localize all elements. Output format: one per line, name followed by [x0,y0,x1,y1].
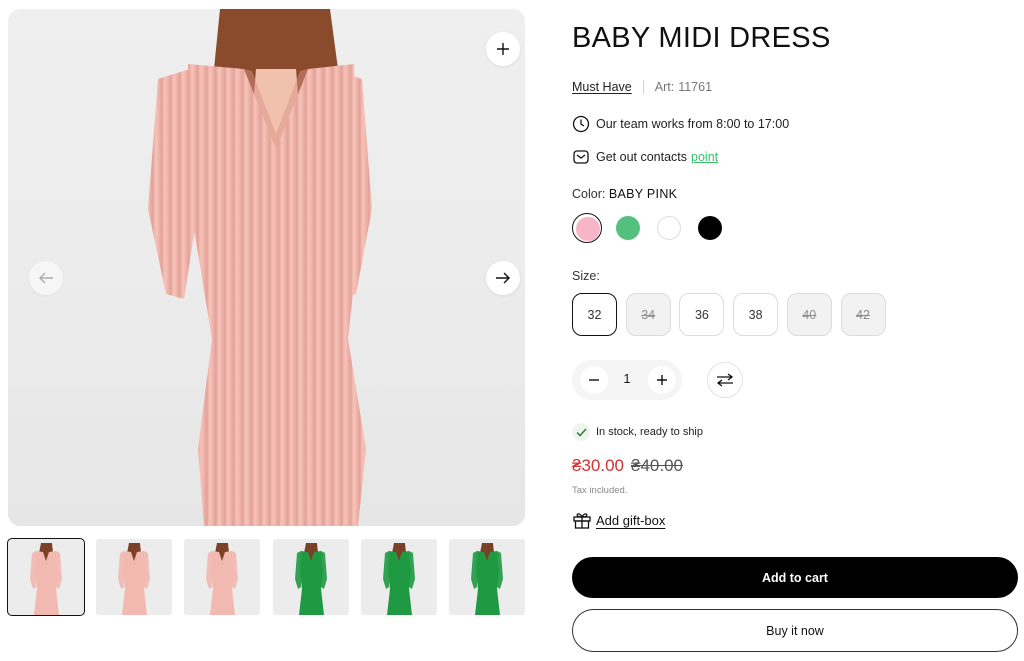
quantity-increase-button[interactable] [648,366,676,394]
thumbnail-image [96,539,173,615]
product-title: BABY MIDI DRESS [572,22,831,54]
plus-icon [497,43,509,55]
color-swatch-dot [698,216,722,240]
check-icon [572,423,590,441]
compare-arrows-icon [716,373,734,387]
thumbnail-2[interactable] [96,539,173,615]
mail-icon [572,148,590,166]
thumbnail-strip [7,538,525,616]
size-option-32[interactable]: 32 [572,293,617,336]
original-price: ₴40.00 [631,456,683,475]
price: ₴30.00 ₴40.00 [572,456,683,476]
selected-color-name: BABY PINK [608,187,678,201]
add-gift-box-label: Add gift-box [596,512,666,528]
contacts-row: Get out contacts point [572,148,718,166]
thumbnail-image [272,539,349,615]
plus-icon [657,375,667,385]
size-option-36[interactable]: 36 [679,293,725,336]
compare-button[interactable] [707,362,743,398]
clock-icon [572,115,590,133]
thumbnail-image [360,539,437,615]
thumbnail-image [8,539,84,615]
meta-divider [642,80,644,94]
add-gift-box[interactable]: Add gift-box [572,510,665,530]
color-label-text: Color: [572,187,606,201]
quantity-decrease-button[interactable] [580,366,608,394]
thumbnail-5[interactable] [360,539,437,615]
tax-note: Tax included. [572,485,628,496]
sale-price: ₴30.00 [572,456,624,475]
arrow-right-icon [496,272,510,284]
working-hours: Our team works from 8:00 to 17:00 [572,115,789,133]
product-meta: Must Have Art: 11761 [572,80,712,94]
thumbnail-3[interactable] [184,539,261,615]
arrow-left-icon [39,272,53,284]
brand-link[interactable]: Must Have [572,80,632,94]
color-label: Color: BABY PINK [572,187,677,201]
contacts-link[interactable]: point [691,150,718,164]
size-option-42[interactable]: 42 [840,293,886,336]
product-info-panel: BABY MIDI DRESS Must Have Art: 11761 Our … [572,0,1018,661]
stock-text: In stock, ready to ship [596,426,703,438]
quantity-input[interactable] [612,372,642,386]
color-swatch-baby-pink[interactable] [572,213,602,243]
thumbnail-image [449,539,525,615]
working-hours-text: Our team works from 8:00 to 17:00 [596,117,790,131]
thumbnail-6[interactable] [449,539,525,615]
previous-image-button[interactable] [29,261,63,295]
minus-icon [589,379,599,381]
color-swatch-dot [576,217,600,241]
article-value: 11761 [678,80,713,94]
color-swatch-dot [616,216,640,240]
color-swatch-black[interactable] [695,213,725,243]
thumbnail-1[interactable] [7,538,85,616]
main-product-image[interactable] [8,9,525,526]
article-number: Art: 11761 [655,80,712,94]
gift-icon [572,510,592,530]
buy-now-button[interactable]: Buy it now [572,609,1018,652]
size-option-40[interactable]: 40 [786,293,832,336]
contacts-text: Get out contacts [596,150,688,164]
quantity-stepper [572,360,682,400]
size-label: Size: [572,269,600,283]
dress-photo [148,9,372,526]
add-to-cart-button[interactable]: Add to cart [572,557,1018,598]
color-swatch-green[interactable] [613,213,643,243]
thumbnail-4[interactable] [272,539,349,615]
thumbnail-image [184,539,261,615]
color-swatch-white[interactable] [654,213,684,243]
size-option-34[interactable]: 34 [625,293,671,336]
next-image-button[interactable] [486,261,520,295]
zoom-button[interactable] [486,32,520,66]
color-swatch-dot [657,216,681,240]
article-label: Art: [654,80,675,94]
stock-status: In stock, ready to ship [572,423,703,441]
size-option-38[interactable]: 38 [733,293,779,336]
